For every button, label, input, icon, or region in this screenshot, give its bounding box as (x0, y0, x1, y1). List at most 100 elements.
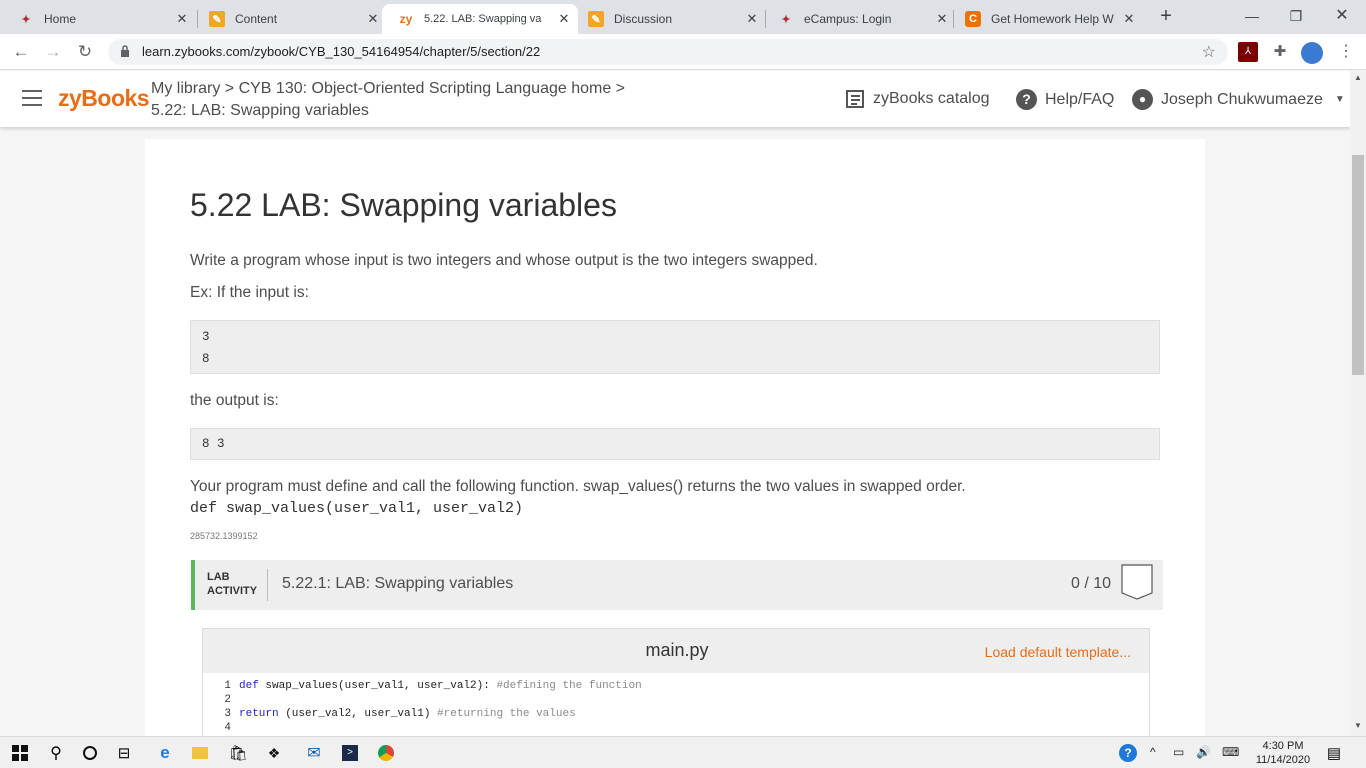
code-line[interactable]: 2 (203, 693, 642, 707)
zybooks-logo[interactable]: zyBooks (58, 85, 150, 112)
address-bar[interactable]: learn.zybooks.com/zybook/CYB_130_5416495… (108, 39, 1228, 65)
line-number: 3 (224, 708, 231, 720)
help-link[interactable]: ? Help/FAQ (1016, 89, 1114, 110)
new-tab-button[interactable]: + (1155, 6, 1177, 28)
network-icon[interactable]: ▭ (1173, 745, 1184, 759)
pdf-extension-icon[interactable]: ⅄ (1238, 42, 1258, 62)
tab-content[interactable]: ✎ Content ✕ (191, 4, 387, 34)
line-number: 1 (224, 680, 231, 692)
code-keyword: def (239, 680, 259, 692)
line-number: 4 (224, 722, 231, 734)
tab-title: eCampus: Login (804, 12, 892, 26)
code-editor[interactable]: main.py Load default template... 1 def s… (202, 628, 1150, 739)
mail-icon[interactable]: ✉ (302, 741, 326, 765)
reload-icon[interactable]: ↻ (74, 41, 96, 63)
chegg-c-icon: C (965, 11, 981, 27)
code-line[interactable]: 4 (203, 721, 642, 735)
store-icon[interactable]: 🛍 (226, 741, 250, 765)
lab-tag-line: ACTIVITY (207, 585, 258, 597)
example-output-box: 8 3 (190, 428, 1160, 460)
page-scrollbar[interactable]: ▲ ▼ (1350, 71, 1366, 736)
code-keyword: return (239, 708, 279, 720)
scroll-down-arrow-icon[interactable]: ▼ (1353, 721, 1363, 730)
code-lines[interactable]: 1 def swap_values(user_val1, user_val2):… (203, 679, 642, 735)
lab-tag-line: LAB (207, 571, 230, 583)
chrome-icon[interactable] (374, 741, 398, 765)
divider (267, 569, 268, 601)
breadcrumb-path[interactable]: My library > CYB 130: Object-Oriented Sc… (151, 78, 625, 100)
help-tray-icon[interactable]: ? (1116, 741, 1140, 765)
windows-start-icon[interactable] (8, 741, 32, 765)
close-icon[interactable]: ✕ (744, 11, 760, 27)
output-label: the output is: (190, 392, 279, 409)
zy-icon: zy (399, 12, 413, 26)
catalog-label: zyBooks catalog (873, 90, 990, 107)
clock-date: 11/14/2020 (1255, 754, 1311, 766)
task-view-icon[interactable]: ⊟ (112, 741, 136, 765)
lab-activity-tag: LAB ACTIVITY (207, 570, 257, 598)
browser-tab-strip: ✦ Home ✕ ✎ Content ✕ zy 5.22. LAB: Swapp… (0, 0, 1366, 34)
taskbar-clock[interactable]: 4:30 PM 11/14/2020 (1250, 739, 1316, 767)
keyboard-icon[interactable]: ⌨ (1222, 745, 1239, 759)
ecampus-eagle-icon: ✦ (21, 13, 31, 26)
search-icon[interactable]: ⚲ (44, 741, 68, 765)
browser-menu-icon[interactable]: ⋮ (1336, 42, 1356, 62)
close-icon[interactable]: ✕ (174, 11, 190, 27)
tab-title: Content (235, 12, 278, 26)
bookmark-star-icon[interactable]: ☆ (1202, 42, 1216, 62)
section-content: 5.22 LAB: Swapping variables Write a pro… (145, 139, 1205, 739)
notification-icon[interactable]: ▤ (1322, 741, 1346, 765)
zybooks-header: zyBooks My library > CYB 130: Object-Ori… (0, 71, 1350, 127)
scrollbar-thumb[interactable] (1352, 155, 1364, 375)
ecampus-eagle-icon: ✦ (781, 13, 791, 26)
chevron-down-icon: ▼ (1334, 94, 1345, 105)
hamburger-menu-icon[interactable] (22, 90, 42, 106)
tab-chegg[interactable]: C Get Homework Help W ✕ (947, 4, 1143, 34)
input-line: 8 (202, 352, 210, 366)
close-window-button[interactable]: ✕ (1320, 4, 1364, 28)
code-text: (user_val2, user_val1) (278, 708, 438, 720)
windows-taskbar: ⚲ ⊟ e 🛍 ❖ ✉ > ? ^ ▭ 🔊 ⌨ 4:30 PM 11/14/20… (0, 736, 1366, 768)
code-line[interactable]: 3 return (user_val2, user_val1) #returni… (203, 707, 642, 721)
lab-score: 0 / 10 (1070, 575, 1111, 592)
tray-chevron-icon[interactable]: ^ (1150, 745, 1156, 759)
load-default-template-link[interactable]: Load default template... (985, 644, 1131, 660)
book-catalog-icon (846, 90, 864, 108)
activity-id: 285732.1399152 (190, 531, 258, 541)
extensions-puzzle-icon[interactable]: ✚ (1270, 42, 1290, 62)
tab-discussion[interactable]: ✎ Discussion ✕ (570, 4, 766, 34)
forward-arrow-icon[interactable]: → (42, 41, 64, 63)
scroll-up-arrow-icon[interactable]: ▲ (1353, 73, 1363, 82)
file-explorer-icon[interactable] (188, 741, 212, 765)
close-icon[interactable]: ✕ (365, 11, 381, 27)
back-arrow-icon[interactable]: ← (10, 41, 32, 63)
input-line: 3 (202, 330, 210, 344)
minimize-button[interactable]: — (1230, 4, 1274, 28)
lab-title: 5.22.1: LAB: Swapping variables (282, 575, 514, 592)
tab-title: Home (44, 12, 77, 26)
output-line: 8 3 (202, 437, 225, 451)
user-name: Joseph Chukwumaeze (1161, 90, 1323, 108)
user-account-icon: ● (1132, 89, 1153, 110)
intro-text: Write a program whose input is two integ… (190, 252, 818, 269)
user-menu[interactable]: ● Joseph Chukwumaeze ▼ (1132, 89, 1345, 110)
catalog-link[interactable]: zyBooks catalog (845, 89, 990, 109)
close-icon[interactable]: ✕ (1121, 11, 1137, 27)
pencil-icon: ✎ (588, 11, 604, 27)
cortana-icon[interactable] (78, 741, 102, 765)
profile-avatar-icon[interactable] (1301, 42, 1323, 64)
tab-ecampus-login[interactable]: ✦ eCampus: Login ✕ (760, 4, 956, 34)
url-text: learn.zybooks.com/zybook/CYB_130_5416495… (142, 44, 541, 59)
edge-browser-icon[interactable]: e (153, 741, 177, 765)
clock-time: 4:30 PM (1262, 740, 1304, 752)
tab-zybooks-lab[interactable]: zy 5.22. LAB: Swapping va ✕ (382, 4, 578, 34)
volume-icon[interactable]: 🔊 (1196, 745, 1211, 759)
powershell-icon[interactable]: > (338, 741, 362, 765)
tab-title: Get Homework Help W (991, 12, 1114, 26)
restore-button[interactable]: ❐ (1274, 4, 1318, 28)
code-line[interactable]: 1 def swap_values(user_val1, user_val2):… (203, 679, 641, 693)
breadcrumb-current: 5.22: LAB: Swapping variables (151, 102, 369, 119)
dropbox-icon[interactable]: ❖ (262, 741, 286, 765)
tab-home[interactable]: ✦ Home ✕ (0, 4, 196, 34)
browser-toolbar: ← → ↻ learn.zybooks.com/zybook/CYB_130_5… (0, 34, 1366, 70)
